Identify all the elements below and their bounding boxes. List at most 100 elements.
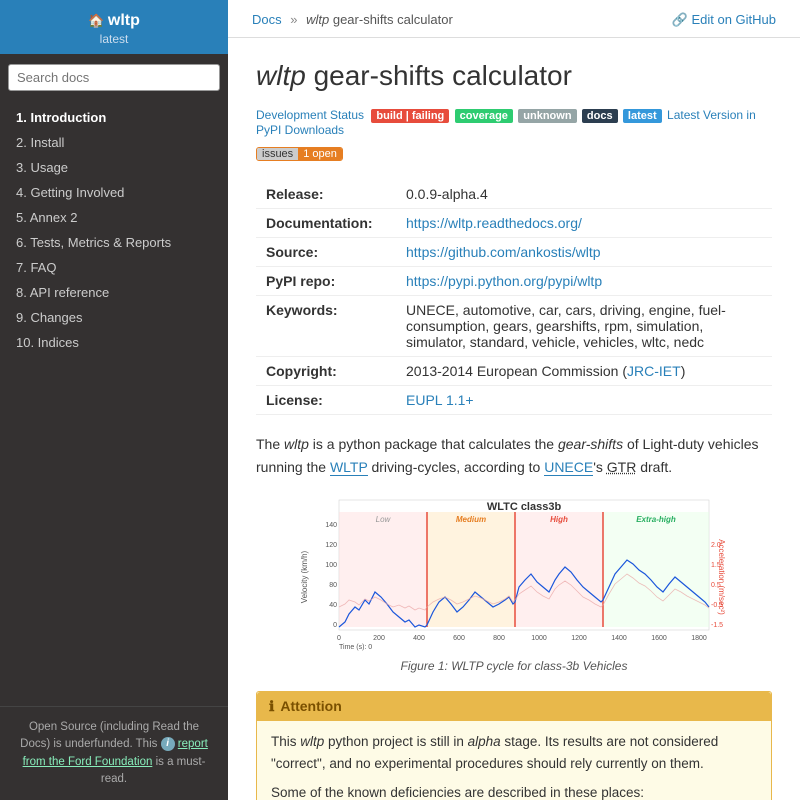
home-icon: 🏠: [88, 13, 108, 28]
docs-link[interactable]: https://wltp.readthedocs.org/: [406, 215, 582, 231]
attention-paragraph1: This wltp python project is still in alp…: [271, 731, 757, 774]
attention-paragraph2: Some of the known deficiencies are descr…: [271, 782, 757, 800]
svg-text:120: 120: [325, 542, 337, 549]
sidebar-footer: Open Source (including Read the Docs) is…: [0, 706, 228, 800]
badge-build: build | failing: [371, 109, 449, 123]
issues-badge: issues1 open: [256, 147, 343, 161]
github-icon: 🔗: [672, 12, 692, 27]
docs-label: Documentation:: [256, 209, 396, 238]
chart-container: WLTC class3b Low Medium High Extra-high …: [256, 492, 772, 673]
svg-text:-0.5: -0.5: [711, 602, 723, 609]
desc-wltp: wltp: [284, 436, 309, 452]
nav-item-getting-involved[interactable]: 4. Getting Involved: [0, 180, 228, 205]
table-row-pypi: PyPI repo: https://pypi.python.org/pypi/…: [256, 267, 772, 296]
svg-text:40: 40: [329, 602, 337, 609]
table-row-release: Release: 0.0.9-alpha.4: [256, 180, 772, 209]
release-value: 0.0.9-alpha.4: [396, 180, 772, 209]
svg-text:Low: Low: [376, 515, 392, 524]
breadcrumb-current: wltp gear-shifts calculator: [306, 12, 453, 27]
table-row-source: Source: https://github.com/ankostis/wltp: [256, 238, 772, 267]
nav-link-faq[interactable]: 7. FAQ: [0, 255, 228, 280]
svg-text:Medium: Medium: [456, 515, 486, 524]
sidebar-logo[interactable]: wltp: [108, 12, 140, 29]
table-row-copyright: Copyright: 2013-2014 European Commission…: [256, 357, 772, 386]
badge-coverage: coverage: [455, 109, 513, 123]
breadcrumb-wltp: wltp: [306, 12, 329, 27]
pypi-link[interactable]: https://pypi.python.org/pypi/wltp: [406, 273, 602, 289]
nav-item-changes[interactable]: 9. Changes: [0, 305, 228, 330]
nav-link-changes[interactable]: 9. Changes: [0, 305, 228, 330]
nav-item-usage[interactable]: 3. Usage: [0, 155, 228, 180]
issues-badge-left: issues: [257, 147, 298, 161]
license-link[interactable]: EUPL 1.1+: [406, 392, 474, 408]
nav-link-usage[interactable]: 3. Usage: [0, 155, 228, 180]
svg-text:Time (s): 0: Time (s): 0: [339, 644, 372, 651]
copyright-value: 2013-2014 European Commission (JRC-IET): [396, 357, 772, 386]
svg-text:200: 200: [373, 635, 385, 642]
issues-badge-right: 1 open: [298, 147, 342, 161]
jrc-link[interactable]: JRC-IET: [627, 363, 681, 379]
svg-text:Velocity (km/h): Velocity (km/h): [300, 551, 309, 604]
nav-link-api[interactable]: 8. API reference: [0, 280, 228, 305]
title-rest: gear-shifts calculator: [314, 60, 572, 91]
table-row-docs: Documentation: https://wltp.readthedocs.…: [256, 209, 772, 238]
svg-text:0: 0: [337, 635, 341, 642]
attention-icon: ℹ: [269, 698, 274, 714]
badges-row: Development Status build | failing cover…: [256, 108, 772, 137]
svg-text:80: 80: [329, 582, 337, 589]
svg-text:1.5: 1.5: [711, 562, 721, 569]
nav-item-annex[interactable]: 5. Annex 2: [0, 205, 228, 230]
edit-on-github-link[interactable]: 🔗 Edit on GitHub: [672, 12, 776, 28]
nav-link-getting-involved[interactable]: 4. Getting Involved: [0, 180, 228, 205]
info-icon: i: [161, 737, 175, 751]
attention-header: ℹAttention: [257, 692, 771, 721]
svg-text:1000: 1000: [531, 635, 547, 642]
attention-alpha: alpha: [468, 734, 501, 749]
source-link[interactable]: https://github.com/ankostis/wltp: [406, 244, 601, 260]
nav-link-intro[interactable]: 1. Introduction: [0, 105, 228, 130]
nav-link-install[interactable]: 2. Install: [0, 130, 228, 155]
info-table: Release: 0.0.9-alpha.4 Documentation: ht…: [256, 180, 772, 415]
keywords-label: Keywords:: [256, 296, 396, 357]
chart-caption-text: Figure 1: WLTP cycle for class-3b Vehicl…: [401, 659, 628, 673]
edit-label: Edit on GitHub: [691, 12, 776, 27]
svg-text:0: 0: [333, 622, 337, 629]
nav-item-tests[interactable]: 6. Tests, Metrics & Reports: [0, 230, 228, 255]
page-title: wltp gear-shifts calculator: [256, 58, 772, 94]
svg-text:800: 800: [493, 635, 505, 642]
badge-docs: docs: [582, 109, 618, 123]
nav-link-tests[interactable]: 6. Tests, Metrics & Reports: [0, 230, 228, 255]
svg-text:High: High: [550, 515, 568, 524]
sidebar-version: latest: [10, 32, 218, 46]
breadcrumb-docs-link[interactable]: Docs: [252, 12, 282, 27]
nav-item-api[interactable]: 8. API reference: [0, 280, 228, 305]
dev-status-link[interactable]: Development Status: [256, 108, 364, 122]
pypi-label: PyPI repo:: [256, 267, 396, 296]
svg-text:1400: 1400: [611, 635, 627, 642]
search-input[interactable]: [8, 64, 220, 91]
nav-link-annex[interactable]: 5. Annex 2: [0, 205, 228, 230]
wltp-link[interactable]: WLTP: [330, 459, 368, 476]
search-box-wrap: [0, 54, 228, 101]
release-label: Release:: [256, 180, 396, 209]
svg-text:WLTC class3b: WLTC class3b: [487, 501, 562, 513]
nav-link-indices[interactable]: 10. Indices: [0, 330, 228, 355]
copyright-label: Copyright:: [256, 357, 396, 386]
nav-item-install[interactable]: 2. Install: [0, 130, 228, 155]
chart-caption: Figure 1: WLTP cycle for class-3b Vehicl…: [256, 659, 772, 673]
license-value: EUPL 1.1+: [396, 386, 772, 415]
content-area: wltp gear-shifts calculator Development …: [228, 38, 800, 800]
nav-item-indices[interactable]: 10. Indices: [0, 330, 228, 355]
description-paragraph: The wltp is a python package that calcul…: [256, 433, 772, 478]
svg-text:140: 140: [325, 522, 337, 529]
attention-body: This wltp python project is still in alp…: [257, 721, 771, 800]
nav-item-intro[interactable]: 1. Introduction: [0, 105, 228, 130]
badge-latest: latest: [623, 109, 662, 123]
desc-gearshifts: gear-shifts: [558, 436, 623, 452]
svg-text:1800: 1800: [691, 635, 707, 642]
copyright-close: ): [681, 363, 686, 379]
unece-link[interactable]: UNECE: [544, 459, 593, 476]
source-label: Source:: [256, 238, 396, 267]
nav-item-faq[interactable]: 7. FAQ: [0, 255, 228, 280]
nav-list: 1. Introduction 2. Install 3. Usage 4. G…: [0, 101, 228, 706]
